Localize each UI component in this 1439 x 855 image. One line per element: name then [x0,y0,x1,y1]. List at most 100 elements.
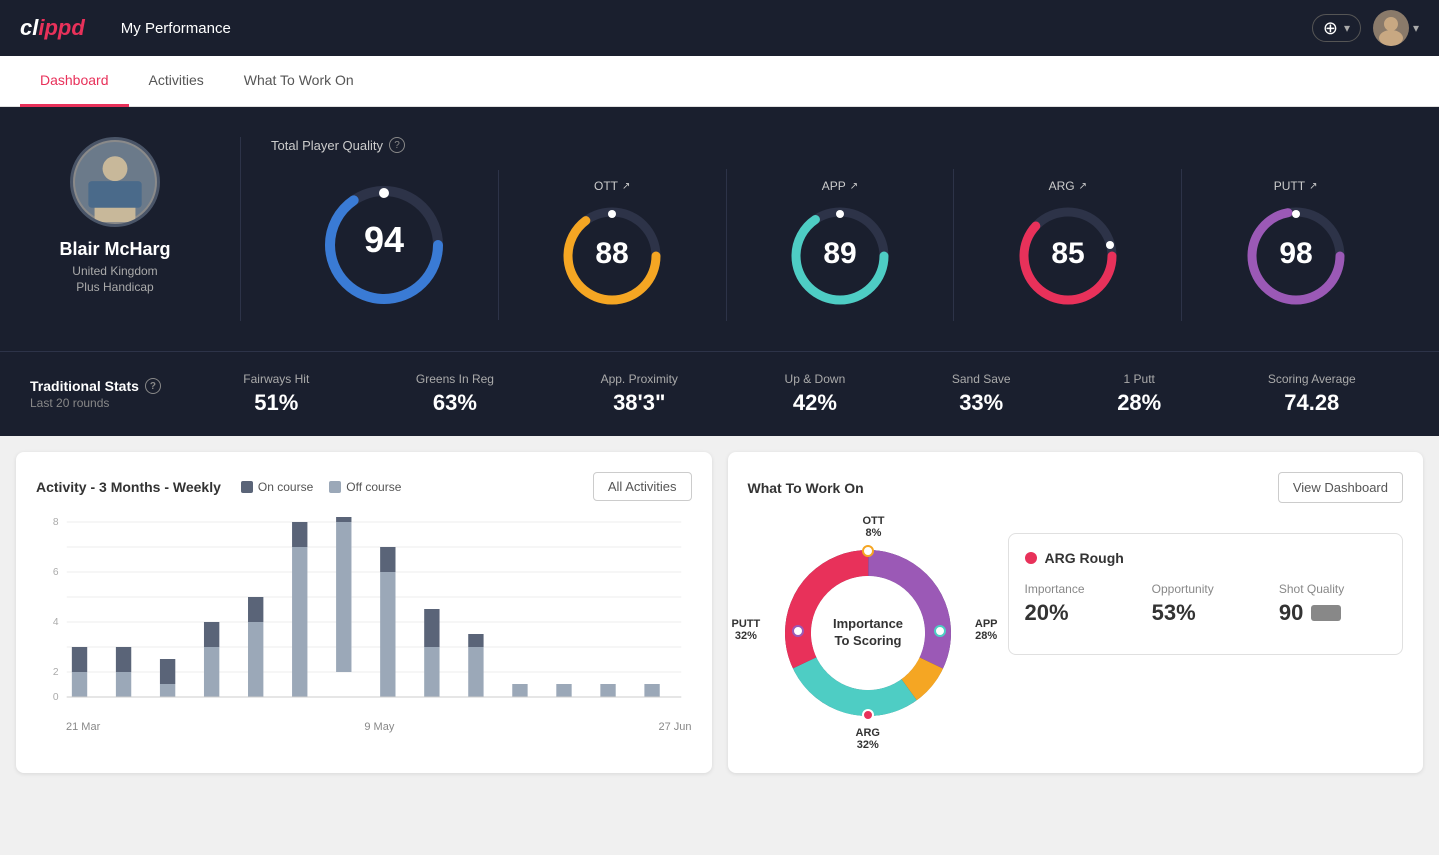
player-info: Blair McHarg United Kingdom Plus Handica… [30,137,230,321]
tpq-help-icon[interactable]: ? [389,137,405,153]
legend-off-course: Off course [329,480,401,494]
ott-gauge-svg: 88 [557,201,667,311]
svg-text:94: 94 [364,219,404,260]
svg-text:8: 8 [53,517,59,528]
stats-bar: Traditional Stats ? Last 20 rounds Fairw… [0,351,1439,436]
plus-icon: ⊕ [1323,19,1338,37]
arg-arrow: ↗ [1079,181,1087,192]
player-name: Blair McHarg [59,239,170,260]
app-gauge-svg: 89 [785,201,895,311]
svg-text:0: 0 [53,692,59,703]
activity-panel: Activity - 3 Months - Weekly On course O… [16,452,712,773]
tab-dashboard[interactable]: Dashboard [20,56,129,107]
metric-opportunity: Opportunity 53% [1152,582,1259,626]
user-dropdown-icon: ▾ [1413,21,1419,35]
tpq-section: Total Player Quality ? 94 OTT [251,137,1409,321]
app-donut-label: APP 28% [975,618,998,642]
svg-text:To Scoring: To Scoring [834,633,901,648]
trad-sublabel: Last 20 rounds [30,396,190,410]
bottom-panels: Activity - 3 Months - Weekly On course O… [0,436,1439,789]
svg-text:89: 89 [823,237,856,270]
user-menu[interactable]: ▾ [1373,10,1419,46]
trad-label: Traditional Stats ? [30,378,190,394]
info-card-title: ARG Rough [1025,550,1387,566]
svg-text:88: 88 [596,237,629,270]
donut-svg: Importance To Scoring [748,513,988,753]
player-handicap: Plus Handicap [76,280,153,294]
chart-legend: On course Off course [241,480,402,494]
on-course-dot [241,481,253,493]
ott-donut-label: OTT 8% [863,515,885,539]
activity-header: Activity - 3 Months - Weekly On course O… [36,472,692,501]
putt-label: PUTT ↗ [1274,179,1318,193]
app-label: APP ↗ [822,179,858,193]
gauge-ott: OTT ↗ 88 [499,169,727,321]
arg-gauge-svg: 85 [1013,201,1123,311]
ott-arrow: ↗ [622,181,630,192]
tab-activities[interactable]: Activities [129,56,224,107]
tab-bar: Dashboard Activities What To Work On [0,56,1439,107]
tpq-label: Total Player Quality ? [271,137,1409,153]
stat-gir: Greens In Reg 63% [416,372,494,416]
svg-text:98: 98 [1279,237,1312,270]
gauges-row: 94 OTT ↗ 88 [271,169,1409,321]
app-arrow: ↗ [850,181,858,192]
gauge-app: APP ↗ 89 [727,169,955,321]
gauge-arg: ARG ↗ 85 [954,169,1182,321]
wtwo-header: What To Work On View Dashboard [748,472,1404,503]
add-button[interactable]: ⊕ ▾ [1312,14,1361,42]
activity-chart: 8 6 4 2 0 [36,517,692,717]
info-card-dot [1025,552,1037,564]
shot-quality-row: 90 [1279,600,1386,626]
svg-text:6: 6 [53,567,59,578]
gauge-putt: PUTT ↗ 98 [1182,169,1409,321]
gauge-tpq: 94 [271,170,499,320]
putt-donut-label: PUTT 32% [732,618,761,642]
shot-quality-bar [1311,605,1341,621]
view-dashboard-button[interactable]: View Dashboard [1278,472,1403,503]
legend-on-course: On course [241,480,313,494]
metric-shot-quality: Shot Quality 90 [1279,582,1386,626]
donut-chart: Importance To Scoring OTT 8% APP 28% [748,513,988,753]
trad-help-icon[interactable]: ? [145,378,161,394]
ott-label: OTT ↗ [594,179,630,193]
stat-oneputt: 1 Putt 28% [1117,372,1161,416]
svg-text:2: 2 [53,667,59,678]
wtwo-title: What To Work On [748,480,864,496]
chart-svg: 8 6 4 2 0 [36,517,692,717]
stat-sandsave: Sand Save 33% [952,372,1011,416]
off-course-dot [329,481,341,493]
trad-stats-label: Traditional Stats ? Last 20 rounds [30,378,190,410]
avatar [1373,10,1409,46]
svg-text:4: 4 [53,617,59,628]
stat-proximity: App. Proximity 38'3" [601,372,678,416]
logo: clippd [20,15,85,41]
hero-section: Blair McHarg United Kingdom Plus Handica… [0,107,1439,351]
tab-what-to-work-on[interactable]: What To Work On [224,56,374,107]
dropdown-icon: ▾ [1344,21,1350,35]
nav-title: My Performance [121,20,231,37]
tpq-gauge-svg: 94 [319,180,449,310]
stat-updown: Up & Down 42% [785,372,846,416]
arg-donut-label: ARG 32% [856,727,880,751]
svg-text:Importance: Importance [832,616,902,631]
player-country: United Kingdom [72,264,157,278]
all-activities-button[interactable]: All Activities [593,472,692,501]
top-nav: clippd My Performance ⊕ ▾ ▾ [0,0,1439,56]
stat-fairways: Fairways Hit 51% [243,372,309,416]
player-avatar [70,137,160,227]
what-to-work-on-panel: What To Work On View Dashboard [728,452,1424,773]
wtwo-content: Importance To Scoring OTT 8% APP 28% [748,513,1404,753]
stat-items: Fairways Hit 51% Greens In Reg 63% App. … [190,372,1409,416]
svg-text:85: 85 [1051,237,1084,270]
activity-title: Activity - 3 Months - Weekly [36,479,221,495]
metric-importance: Importance 20% [1025,582,1132,626]
nav-right: ⊕ ▾ ▾ [1312,10,1419,46]
putt-gauge-svg: 98 [1241,201,1351,311]
info-card: ARG Rough Importance 20% Opportunity 53%… [1008,533,1404,655]
arg-label: ARG ↗ [1049,179,1087,193]
stat-scoring: Scoring Average 74.28 [1268,372,1356,416]
chart-x-labels: 21 Mar 9 May 27 Jun [36,717,692,733]
info-metrics: Importance 20% Opportunity 53% Shot Qual… [1025,582,1387,626]
putt-arrow: ↗ [1309,181,1317,192]
